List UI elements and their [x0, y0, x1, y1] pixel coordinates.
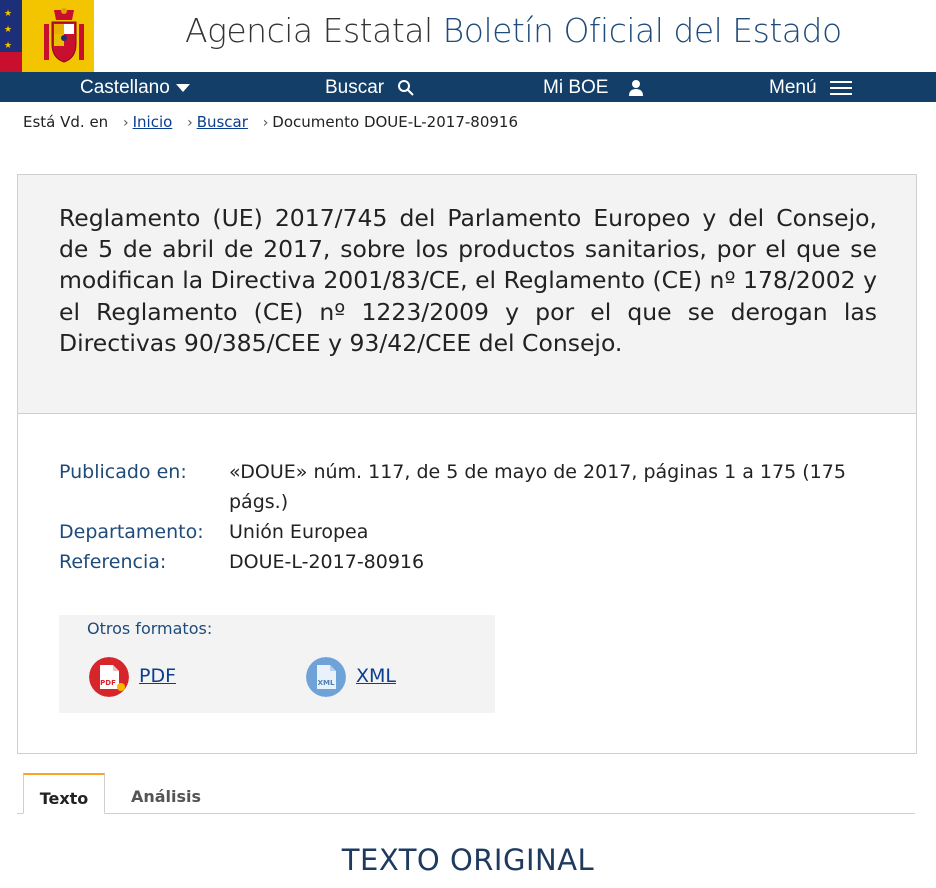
- meta-label-reference: Referencia:: [59, 551, 167, 573]
- hamburger-icon: [829, 80, 852, 95]
- meta-label-department: Departamento:: [59, 521, 204, 543]
- breadcrumb-link-home[interactable]: Inicio: [133, 113, 173, 131]
- document-title-area: Reglamento (UE) 2017/745 del Parlamento …: [18, 175, 916, 414]
- site-title-main: Agencia Estatal: [185, 11, 433, 50]
- other-formats-label: Otros formatos:: [87, 619, 213, 638]
- breadcrumb-current: Documento DOUE-L-2017-80916: [272, 113, 518, 131]
- xml-icon: XML: [306, 657, 346, 697]
- star-icon: ★: [4, 9, 13, 19]
- red-stripe: [0, 52, 22, 72]
- star-icon: ★: [4, 41, 13, 51]
- pdf-link[interactable]: PDF: [139, 665, 176, 687]
- site-header: ★ ★ ★ Agencia Estatal Boletín Oficial de…: [0, 0, 936, 72]
- my-boe-label: Mi BOE: [543, 77, 609, 98]
- main-navigation: Castellano Buscar Mi BOE Menú: [0, 72, 936, 102]
- user-icon: [628, 79, 643, 96]
- chevron-right-icon: ›: [262, 115, 269, 131]
- menu-label: Menú: [769, 77, 817, 98]
- meta-row-reference: Referencia: DOUE-L-2017-80916: [59, 547, 859, 577]
- meta-row-published: Publicado en: «DOUE» núm. 117, de 5 de m…: [59, 457, 859, 517]
- breadcrumb-prefix: Está Vd. en: [23, 113, 109, 131]
- document-title: Reglamento (UE) 2017/745 del Parlamento …: [59, 204, 877, 357]
- tab-texto[interactable]: Texto: [23, 773, 105, 814]
- boe-logo[interactable]: ★ ★ ★: [0, 0, 94, 72]
- star-icon: ★: [4, 25, 13, 35]
- pdf-badge-text: PDF: [100, 679, 116, 687]
- menu-button[interactable]: Menú: [769, 72, 852, 102]
- search-nav-label: Buscar: [325, 77, 385, 98]
- other-formats-panel: Otros formatos: PDF PDF XML XML: [59, 615, 495, 713]
- meta-value-reference: DOUE-L-2017-80916: [229, 551, 425, 573]
- my-boe-button[interactable]: Mi BOE: [543, 72, 644, 102]
- meta-row-department: Departamento: Unión Europea: [59, 517, 859, 547]
- caret-down-icon: [176, 83, 191, 92]
- document-panel: Reglamento (UE) 2017/745 del Parlamento …: [17, 174, 917, 754]
- meta-value-department: Unión Europea: [229, 521, 369, 543]
- xml-link[interactable]: XML: [356, 665, 396, 687]
- language-label: Castellano: [80, 77, 170, 98]
- xml-badge-text: XML: [318, 679, 335, 687]
- breadcrumb: Está Vd. en › Inicio › Buscar › Documento D…: [23, 113, 518, 131]
- site-title-accent: Boletín Oficial del Estado: [442, 11, 842, 50]
- chevron-right-icon: ›: [187, 115, 193, 131]
- section-heading: TEXTO ORIGINAL: [341, 843, 595, 877]
- chevron-right-icon: ›: [122, 115, 129, 131]
- search-icon: [398, 79, 415, 96]
- language-selector[interactable]: Castellano: [80, 72, 191, 102]
- content-tabs: Texto Análisis: [17, 773, 915, 814]
- pdf-icon: PDF: [89, 657, 129, 697]
- coat-of-arms-icon: [44, 8, 84, 63]
- search-nav-button[interactable]: Buscar: [325, 72, 415, 102]
- site-title[interactable]: Agencia Estatal Boletín Oficial del Esta…: [185, 11, 842, 50]
- tab-analisis[interactable]: Análisis: [129, 773, 203, 813]
- breadcrumb-link-search[interactable]: Buscar: [197, 113, 248, 131]
- meta-value-published: «DOUE» núm. 117, de 5 de mayo de 2017, p…: [229, 461, 846, 513]
- meta-label-published: Publicado en:: [59, 461, 187, 483]
- document-metadata: Publicado en: «DOUE» núm. 117, de 5 de m…: [59, 457, 859, 577]
